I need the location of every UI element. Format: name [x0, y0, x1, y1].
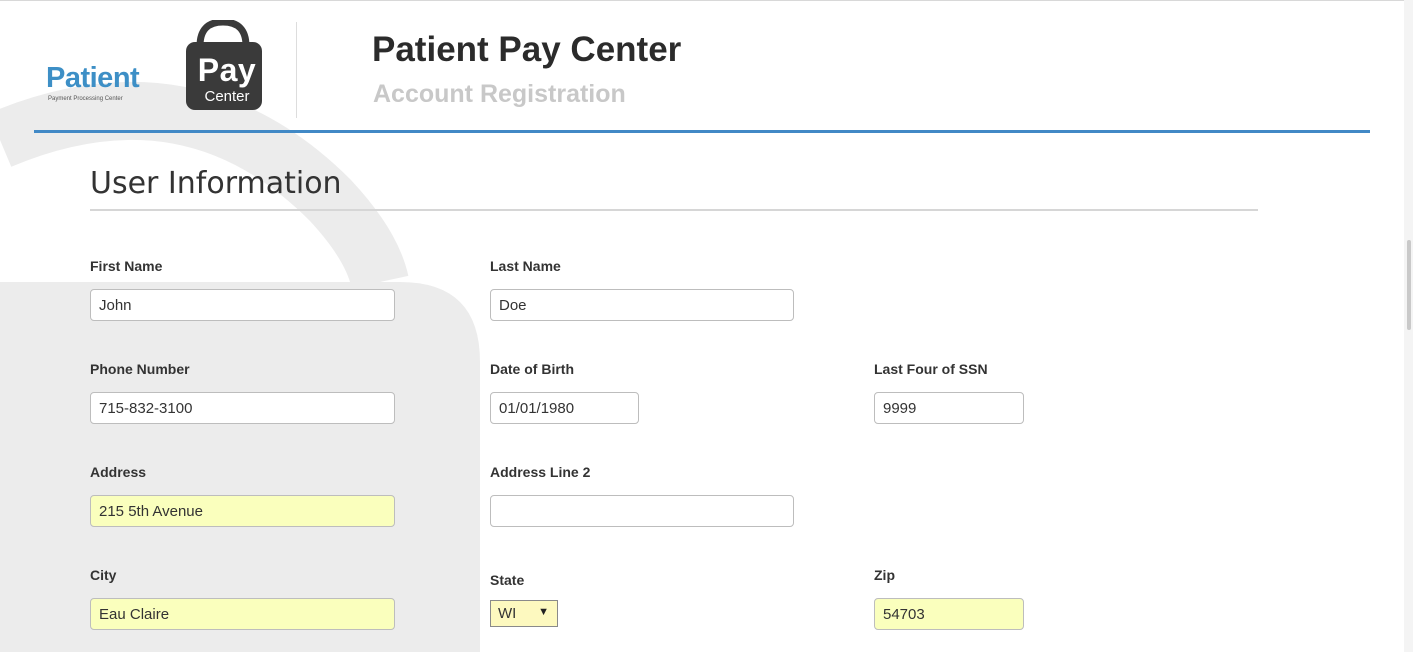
last-name-label: Last Name: [490, 258, 561, 274]
logo-center-text: Center: [204, 88, 250, 105]
state-select[interactable]: WI ▼: [490, 600, 558, 627]
logo[interactable]: Patient Payment Processing Center Pay Ce…: [46, 20, 268, 112]
background-panel: [0, 282, 480, 652]
first-name-field[interactable]: [90, 289, 395, 321]
city-label: City: [90, 567, 117, 583]
date-of-birth-label: Date of Birth: [490, 361, 574, 377]
zip-label: Zip: [874, 567, 895, 583]
scrollbar-thumb[interactable]: [1407, 240, 1411, 330]
first-name-label: First Name: [90, 258, 163, 274]
city-field[interactable]: [90, 598, 395, 630]
address-field[interactable]: [90, 495, 395, 527]
state-select-value: WI: [498, 605, 517, 622]
zip-field[interactable]: [874, 598, 1024, 630]
ssn-last-four-field[interactable]: [874, 392, 1024, 424]
last-name-field[interactable]: [490, 289, 794, 321]
logo-pay-text: Pay: [197, 52, 257, 88]
page-subtitle: Account Registration: [373, 80, 626, 108]
logo-subtitle-text: Payment Processing Center: [48, 96, 123, 102]
ssn-last-four-label: Last Four of SSN: [874, 361, 988, 377]
chevron-down-icon: ▼: [538, 606, 549, 618]
phone-number-label: Phone Number: [90, 361, 190, 377]
address-line-2-field[interactable]: [490, 495, 794, 527]
address-line-2-label: Address Line 2: [490, 464, 591, 480]
logo-patient-text: Patient: [46, 62, 140, 94]
state-label: State: [490, 572, 525, 588]
phone-number-field[interactable]: [90, 392, 395, 424]
address-label: Address: [90, 464, 147, 480]
header-divider: [296, 22, 297, 118]
section-rule: [90, 209, 1258, 211]
scrollbar[interactable]: [1404, 0, 1413, 652]
header-rule: [34, 130, 1370, 133]
section-title: User Information: [90, 166, 342, 201]
date-of-birth-field[interactable]: [490, 392, 639, 424]
page-title: Patient Pay Center: [372, 30, 682, 69]
